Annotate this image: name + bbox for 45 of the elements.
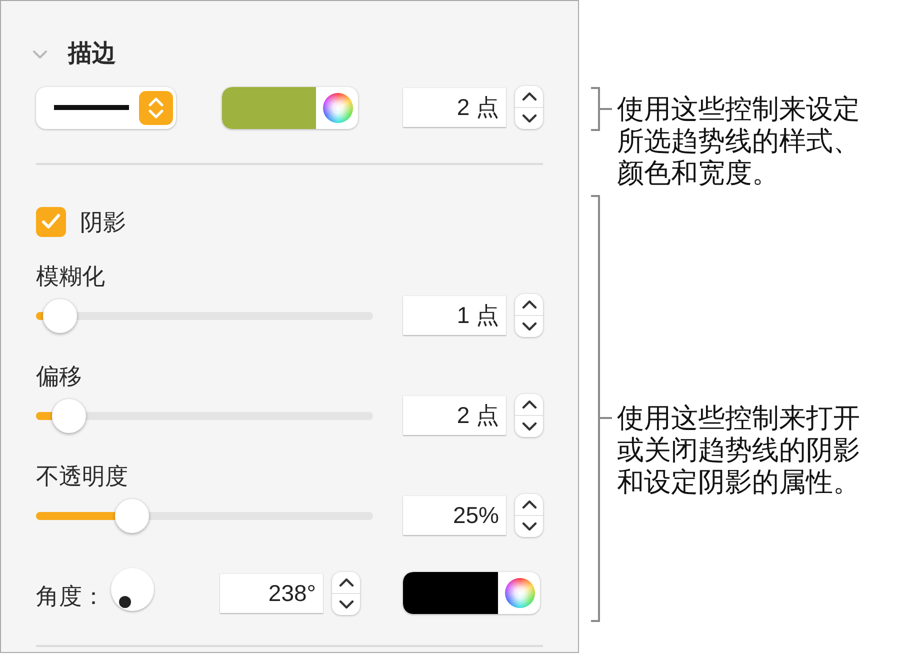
angle-label: 角度： — [36, 582, 106, 610]
chevron-down-icon — [338, 600, 354, 608]
checkmark-icon — [41, 213, 61, 230]
slider[interactable] — [36, 398, 373, 432]
number-field[interactable]: 2 点 — [403, 88, 506, 127]
stepper[interactable] — [515, 494, 543, 537]
color-well[interactable] — [222, 86, 358, 128]
color-well[interactable] — [403, 572, 540, 614]
number-field[interactable]: 25% — [403, 496, 506, 535]
slider-label: 不透明度 — [36, 462, 128, 490]
chevron-up-icon — [338, 578, 354, 586]
chevron-up-icon — [522, 400, 536, 409]
chevron-up-icon — [522, 300, 536, 309]
stepper[interactable] — [515, 86, 543, 129]
number-field[interactable]: 2 点 — [403, 396, 506, 435]
callout-text: 使用这些控制来打开或关闭趋势线的阴影和设定阴影的属性。 — [617, 402, 861, 498]
slider-label: 模糊化 — [36, 262, 105, 290]
stepper[interactable] — [515, 394, 543, 437]
color-wheel-icon[interactable] — [322, 92, 352, 122]
angle-knob[interactable] — [111, 568, 154, 610]
slider-thumb[interactable] — [114, 498, 149, 532]
checkbox-label: 阴影 — [80, 208, 126, 236]
chevron-down-icon — [522, 322, 536, 331]
slider-thumb[interactable] — [42, 298, 77, 332]
chevron-down-icon — [522, 422, 536, 431]
slider-label: 偏移 — [36, 362, 82, 390]
slider-thumb[interactable] — [52, 398, 86, 432]
color-wheel-icon[interactable] — [505, 578, 535, 608]
stepper[interactable] — [332, 572, 360, 614]
callout-bracket — [590, 87, 612, 131]
callout-text: 使用这些控制来设定所选趋势线的样式、颜色和宽度。 — [617, 93, 861, 189]
up-down-arrows-icon — [139, 90, 173, 124]
number-field[interactable]: 1 点 — [403, 296, 506, 335]
line-style-popup[interactable] — [36, 86, 176, 128]
number-field[interactable]: 238° — [220, 574, 323, 612]
slider[interactable] — [36, 298, 373, 332]
indicator-dot-icon — [119, 596, 131, 608]
chevron-down-icon — [522, 522, 536, 531]
chevron-up-icon — [522, 92, 536, 101]
stepper[interactable] — [515, 294, 543, 337]
shadow-checkbox[interactable] — [36, 206, 66, 236]
slider[interactable] — [36, 498, 373, 532]
section-title: 描边 — [68, 39, 116, 69]
chevron-up-icon — [522, 500, 536, 509]
chevron-down-icon — [522, 114, 536, 123]
